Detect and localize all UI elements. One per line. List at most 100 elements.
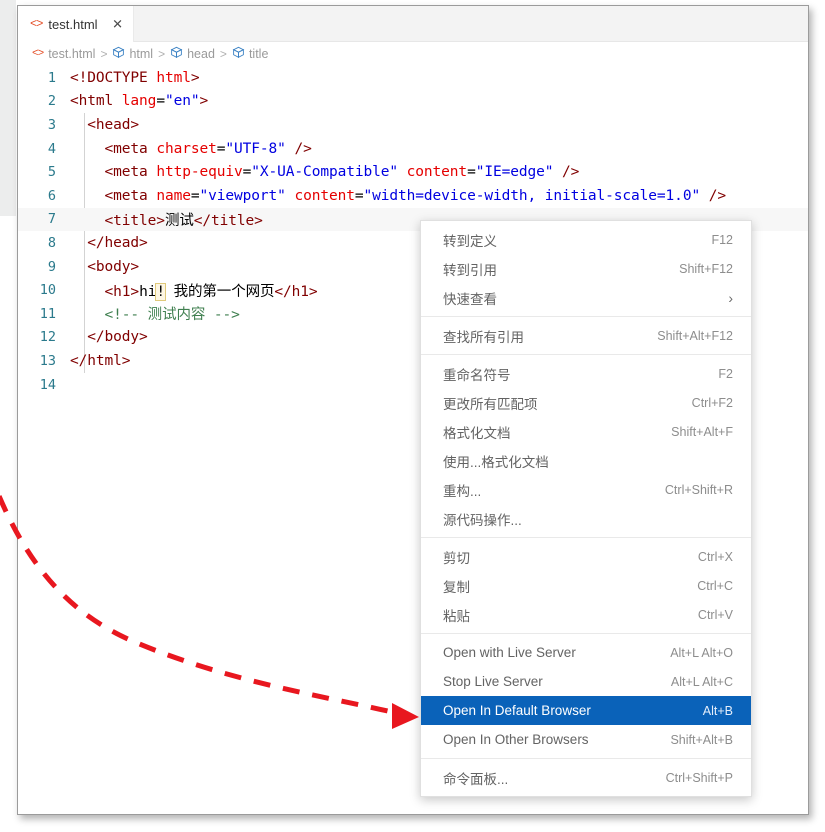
line-content: <meta http-equiv="X-UA-Compatible" conte… [104, 164, 580, 181]
breadcrumb-label: title [248, 47, 269, 61]
code-line[interactable]: 4 <meta charset="UTF-8" /> [18, 137, 808, 161]
menu-item-shortcut: Alt+B [702, 703, 733, 718]
editor-tab-bar: <> test.html ✕ [18, 6, 808, 42]
menu-item-label: 格式化文档 [443, 425, 511, 441]
menu-item-shortcut: Shift+Alt+F12 [657, 328, 733, 343]
menu-item-label: Stop Live Server [443, 674, 543, 689]
menu-item-rename-symbol[interactable]: 重命名符号 F2 [421, 359, 751, 388]
menu-item-format-document[interactable]: 格式化文档 Shift+Alt+F [421, 417, 751, 446]
menu-item-command-palette[interactable]: 命令面板... Ctrl+Shift+P [421, 763, 751, 792]
breadcrumb-separator: > [100, 47, 108, 61]
menu-item-go-to-definition[interactable]: 转到定义 F12 [421, 225, 751, 254]
menu-item-shortcut: Shift+Alt+B [670, 732, 733, 747]
menu-item-label: 复制 [443, 579, 470, 595]
menu-item-label: 粘贴 [443, 608, 470, 624]
menu-item-shortcut: Alt+L Alt+O [670, 645, 733, 660]
menu-item-label: 更改所有匹配项 [443, 396, 538, 412]
menu-item-shortcut: Ctrl+F2 [691, 395, 733, 410]
menu-item-paste[interactable]: 粘贴 Ctrl+V [421, 600, 751, 629]
menu-item-shortcut: Ctrl+Shift+P [665, 770, 733, 785]
line-number: 2 [47, 93, 56, 110]
menu-item-source-action[interactable]: 源代码操作... [421, 504, 751, 533]
line-content: <title>测试</title> [104, 212, 263, 229]
menu-item-label: 命令面板... [443, 771, 509, 787]
menu-item-label: Open In Other Browsers [443, 732, 589, 747]
tab-test-html[interactable]: <> test.html ✕ [18, 6, 134, 42]
line-content: <head> [87, 116, 140, 133]
breadcrumb-item-head[interactable]: head [170, 46, 215, 62]
html-file-icon: <> [30, 17, 43, 31]
screenshot-root: <> test.html ✕ <> test.html > html > hea… [0, 0, 825, 832]
menu-separator [421, 354, 751, 355]
line-content: </body> [87, 329, 148, 346]
line-number: 10 [39, 282, 56, 299]
menu-item-go-to-references[interactable]: 转到引用 Shift+F12 [421, 254, 751, 283]
line-number: 7 [47, 211, 56, 228]
line-number: 4 [47, 140, 56, 157]
menu-item-shortcut: F2 [718, 366, 733, 381]
line-number: 1 [47, 69, 56, 86]
menu-item-stop-live-server[interactable]: Stop Live Server Alt+L Alt+C [421, 667, 751, 696]
menu-item-format-document-with[interactable]: 使用...格式化文档 [421, 446, 751, 475]
menu-item-label: 快速查看 [443, 291, 497, 307]
line-content: <h1>hi! 我的第一个网页</h1> [104, 282, 318, 301]
menu-separator [421, 758, 751, 759]
line-content: <!-- 测试内容 --> [70, 307, 240, 324]
code-line[interactable]: 6 <meta name="viewport" content="width=d… [18, 184, 808, 208]
breadcrumb: <> test.html > html > head > title [18, 43, 808, 65]
line-number: 9 [47, 258, 56, 275]
line-number: 13 [39, 352, 56, 369]
menu-item-open-with-live-server[interactable]: Open with Live Server Alt+L Alt+O [421, 638, 751, 667]
line-content: <meta charset="UTF-8" /> [104, 140, 312, 157]
chevron-right-icon: › [728, 289, 733, 306]
menu-item-shortcut: Ctrl+V [697, 607, 733, 622]
breadcrumb-separator: > [158, 47, 166, 61]
menu-item-cut[interactable]: 剪切 Ctrl+X [421, 542, 751, 571]
symbol-cube-icon [232, 46, 245, 62]
menu-item-label: 转到引用 [443, 262, 497, 278]
breadcrumb-label: test.html [48, 47, 96, 61]
breadcrumb-item-html[interactable]: html [112, 46, 153, 62]
breadcrumb-item-title[interactable]: title [232, 46, 268, 62]
menu-item-label: 重构... [443, 483, 482, 499]
symbol-cube-icon [170, 46, 183, 62]
menu-item-change-all-occurrences[interactable]: 更改所有匹配项 Ctrl+F2 [421, 388, 751, 417]
breadcrumb-separator: > [219, 47, 227, 61]
code-line[interactable]: 2 <html lang="en"> [18, 90, 808, 114]
menu-item-label: 重命名符号 [443, 367, 511, 383]
symbol-cube-icon [112, 46, 125, 62]
menu-item-shortcut: Shift+Alt+F [671, 424, 733, 439]
menu-item-copy[interactable]: 复制 Ctrl+C [421, 571, 751, 600]
line-number: 12 [39, 329, 56, 346]
html-file-icon: <> [32, 48, 44, 60]
line-number: 8 [47, 234, 56, 251]
menu-item-peek[interactable]: 快速查看 › [421, 283, 751, 312]
tab-label: test.html [48, 16, 98, 32]
line-number: 5 [47, 164, 56, 181]
menu-item-open-in-default-browser[interactable]: Open In Default Browser Alt+B [421, 696, 751, 725]
line-content: </html> [70, 352, 131, 369]
menu-item-refactor[interactable]: 重构... Ctrl+Shift+R [421, 475, 751, 504]
menu-item-shortcut: Ctrl+X [697, 549, 733, 564]
breadcrumb-item-file[interactable]: <> test.html [32, 47, 95, 61]
menu-separator [421, 537, 751, 538]
close-icon[interactable]: ✕ [112, 18, 123, 31]
menu-item-find-all-references[interactable]: 查找所有引用 Shift+Alt+F12 [421, 321, 751, 350]
menu-item-open-in-other-browsers[interactable]: Open In Other Browsers Shift+Alt+B [421, 725, 751, 754]
menu-item-shortcut: Shift+F12 [679, 261, 733, 276]
line-number: 3 [47, 116, 56, 133]
menu-item-label: Open with Live Server [443, 645, 576, 660]
menu-item-label: 转到定义 [443, 233, 497, 249]
line-number: 11 [39, 305, 56, 322]
menu-separator [421, 633, 751, 634]
editor-context-menu[interactable]: 转到定义 F12 转到引用 Shift+F12 快速查看 › 查找所有引用 Sh… [420, 220, 752, 797]
menu-item-label: 使用...格式化文档 [443, 454, 549, 470]
code-line[interactable]: 5 <meta http-equiv="X-UA-Compatible" con… [18, 160, 808, 184]
line-number: 14 [39, 376, 56, 393]
line-content: </head> [87, 234, 148, 251]
line-content: <meta name="viewport" content="width=dev… [104, 187, 727, 204]
code-line[interactable]: 3 <head> [18, 113, 808, 137]
code-line[interactable]: 1 <!DOCTYPE html> [18, 66, 808, 90]
breadcrumb-label: head [187, 47, 215, 61]
menu-item-label: Open In Default Browser [443, 703, 591, 718]
